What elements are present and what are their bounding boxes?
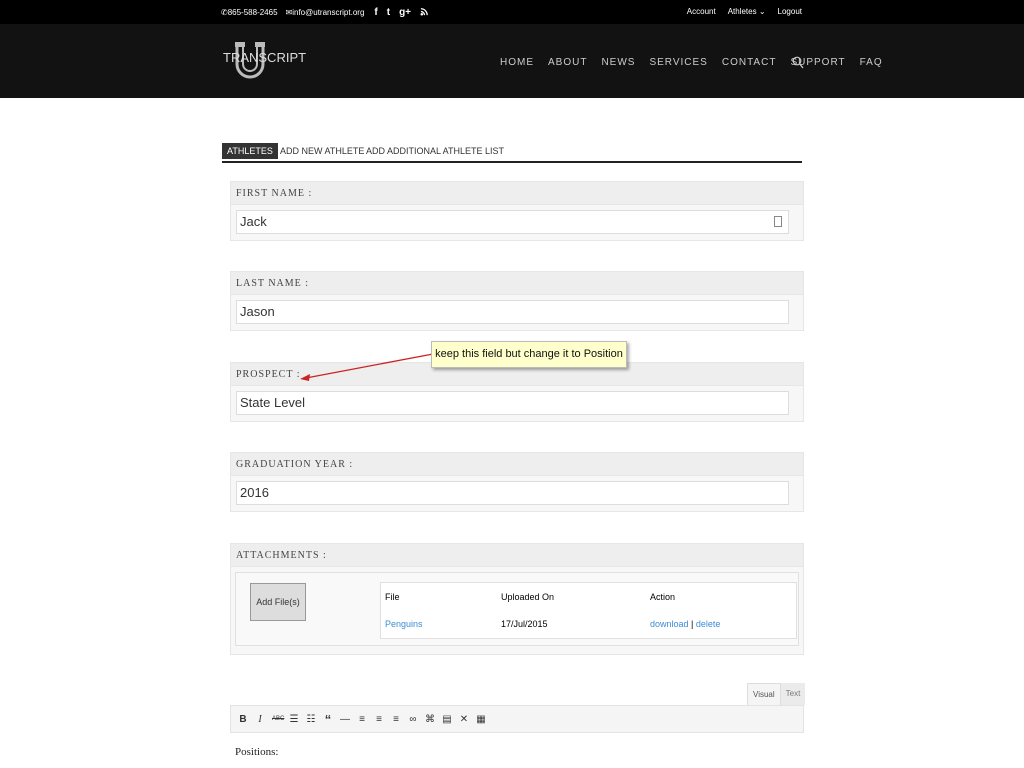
attachments-table: File Uploaded On Action Penguins 17/Jul/… [380, 582, 797, 639]
last-name-group: LAST NAME : Jason [230, 271, 804, 331]
editor-mode-tabs: Visual Text [747, 683, 806, 706]
annotation-callout: keep this field but change it to Positio… [431, 341, 627, 368]
athletes-label: Athletes [727, 7, 757, 16]
nav-services[interactable]: SERVICES [649, 57, 707, 68]
autofill-icon[interactable] [774, 216, 782, 227]
column-header-action: Action [650, 592, 676, 602]
prospect-input[interactable]: State Level [236, 391, 789, 415]
fullscreen-icon[interactable]: ✕ [459, 714, 469, 725]
file-actions: download | delete [650, 619, 720, 629]
envelope-icon: ✉ [285, 8, 293, 17]
attachments-group: ATTACHMENTS : Add File(s) File Uploaded … [230, 543, 804, 655]
nav-news[interactable]: NEWS [601, 57, 635, 68]
graduation-year-value: 2016 [240, 485, 269, 500]
last-name-label: LAST NAME : [231, 272, 803, 295]
column-header-uploaded: Uploaded On [501, 592, 555, 602]
main-nav: HOME ABOUT NEWS SERVICES CONTACT SUPPORT… [500, 57, 897, 68]
insert-link-icon[interactable]: ∞ [408, 714, 418, 725]
nav-home[interactable]: HOME [500, 57, 534, 68]
site-logo[interactable]: TRANSCRIPT [222, 40, 306, 82]
first-name-label: FIRST NAME : [231, 182, 803, 205]
phone-number[interactable]: ✆865-588-2465 [221, 8, 278, 17]
horizontal-rule-icon[interactable]: — [340, 714, 350, 725]
athletes-dropdown[interactable]: Athletes ⌄ [728, 7, 766, 16]
tab-visual[interactable]: Visual [747, 683, 781, 706]
align-left-icon[interactable]: ≡ [357, 714, 367, 725]
chevron-down-icon: ⌄ [758, 7, 766, 16]
toolbar-toggle-icon[interactable]: ▦ [476, 714, 486, 725]
editor-content[interactable]: Positions: [235, 746, 278, 758]
rss-icon[interactable] [420, 7, 429, 18]
account-link[interactable]: Account [687, 7, 716, 16]
blockquote-icon[interactable]: “ [323, 712, 333, 727]
facebook-icon[interactable]: f [374, 7, 377, 17]
first-name-input[interactable]: Jack [236, 210, 789, 234]
strikethrough-icon[interactable]: ABC [272, 716, 284, 722]
graduation-year-group: GRADUATION YEAR : 2016 [230, 452, 804, 512]
search-icon[interactable] [792, 56, 804, 74]
email-text: info@utranscript.org [292, 8, 365, 17]
athlete-tabs: ATHLETES ADD NEW ATHLETE ADD ADDITIONAL … [222, 143, 802, 163]
email-link[interactable]: ✉info@utranscript.org [286, 8, 365, 17]
nav-about[interactable]: ABOUT [548, 57, 587, 68]
last-name-value: Jason [240, 304, 275, 319]
tab-add-additional-athlete-list[interactable]: ADD ADDITIONAL ATHLETE LIST [366, 143, 504, 159]
bold-icon[interactable]: B [238, 714, 248, 725]
last-name-input[interactable]: Jason [236, 300, 789, 324]
editor-toolbar: B I ABC ☰ ☷ “ — ≡ ≡ ≡ ∞ ⌘ ▤ ✕ ▦ [230, 705, 804, 733]
attachments-label: ATTACHMENTS : [231, 544, 803, 567]
graduation-year-label: GRADUATION YEAR : [231, 453, 803, 476]
bullet-list-icon[interactable]: ☰ [289, 714, 299, 725]
googleplus-icon[interactable]: g+ [399, 7, 411, 17]
account-menu: Account Athletes ⌄ Logout [687, 7, 802, 16]
file-link[interactable]: Penguins [385, 619, 423, 629]
nav-faq[interactable]: FAQ [860, 57, 883, 68]
nav-contact[interactable]: CONTACT [722, 57, 777, 68]
numbered-list-icon[interactable]: ☷ [306, 714, 316, 725]
callout-arrow [300, 352, 435, 381]
prospect-value: State Level [240, 395, 306, 410]
align-center-icon[interactable]: ≡ [374, 714, 384, 725]
attachments-panel: Add File(s) File Uploaded On Action Peng… [235, 572, 799, 646]
align-right-icon[interactable]: ≡ [391, 714, 401, 725]
first-name-value: Jack [240, 214, 267, 229]
first-name-group: FIRST NAME : Jack [230, 181, 804, 241]
column-header-file: File [385, 592, 400, 602]
unlink-icon[interactable]: ⌘ [425, 714, 435, 725]
phone-text: 865-588-2465 [227, 8, 278, 17]
italic-icon[interactable]: I [255, 714, 265, 725]
top-bar: ✆865-588-2465 ✉info@utranscript.org f t … [0, 0, 1024, 24]
contact-info: ✆865-588-2465 ✉info@utranscript.org f t … [221, 7, 438, 18]
add-files-button[interactable]: Add File(s) [250, 583, 306, 621]
tab-athletes[interactable]: ATHLETES [222, 143, 278, 159]
phone-icon: ✆ [221, 8, 228, 17]
action-separator: | [691, 619, 694, 629]
read-more-icon[interactable]: ▤ [442, 714, 452, 725]
graduation-year-input[interactable]: 2016 [236, 481, 789, 505]
tab-text[interactable]: Text [780, 683, 806, 705]
delete-link[interactable]: delete [696, 619, 721, 629]
twitter-icon[interactable]: t [387, 7, 390, 17]
logo-text: TRANSCRIPT [223, 50, 307, 65]
logout-link[interactable]: Logout [778, 7, 802, 16]
uploaded-date: 17/Jul/2015 [501, 619, 548, 629]
download-link[interactable]: download [650, 619, 689, 629]
tab-add-new-athlete[interactable]: ADD NEW ATHLETE [280, 143, 364, 159]
